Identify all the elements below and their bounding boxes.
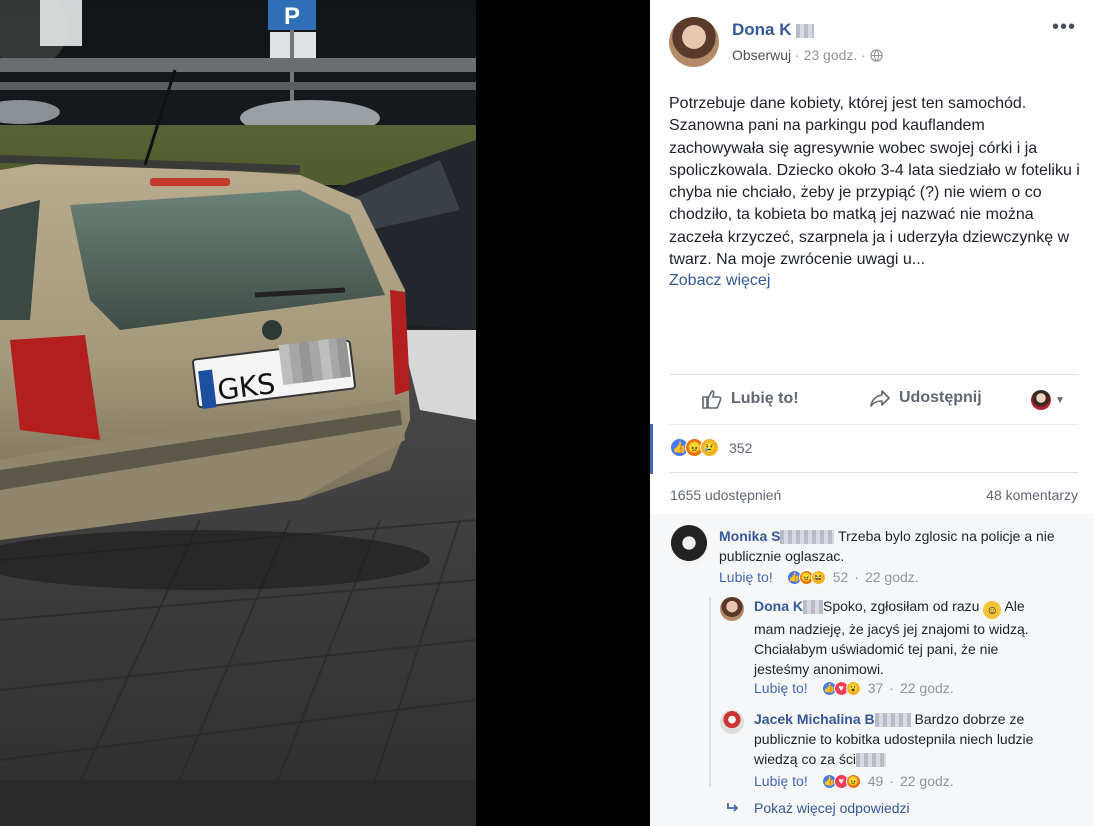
share-label: Udostępnij bbox=[899, 389, 982, 406]
blurred-surname bbox=[874, 713, 911, 728]
meta-dot: · bbox=[889, 680, 894, 696]
reply-reaction-icons[interactable]: 👍 ♥ 😮 bbox=[821, 680, 861, 696]
meta-dot: · bbox=[795, 47, 804, 63]
reply-like-link[interactable]: Lubię to! bbox=[754, 680, 808, 696]
more-dots-icon[interactable]: ••• bbox=[1052, 16, 1076, 39]
divider bbox=[669, 374, 1078, 375]
chevron-down-icon: ▼ bbox=[1055, 394, 1065, 406]
divider-3 bbox=[669, 472, 1078, 473]
reply-like-link[interactable]: Lubię to! bbox=[754, 773, 808, 789]
parking-sign-letter: P bbox=[284, 3, 300, 30]
like-label: Lubię to! bbox=[731, 390, 799, 407]
share-arrow-icon bbox=[870, 390, 890, 407]
reply-meta: Lubię to! 👍 ♥ 😮 37 · 22 godz. bbox=[754, 680, 954, 696]
reaction-identity-selector[interactable]: ▼ bbox=[1031, 390, 1065, 410]
reply: Jacek Michalina B Bardzo dobrze ze publi… bbox=[754, 709, 1054, 769]
reply-time[interactable]: 22 godz. bbox=[900, 773, 954, 789]
comment: Monika S Trzeba bylo zglosic na policje … bbox=[719, 526, 1071, 566]
reply-reaction-icons[interactable]: 👍 ♥ 😠 bbox=[821, 773, 861, 789]
reply-arrow-icon bbox=[727, 803, 739, 812]
divider-2 bbox=[669, 424, 1078, 425]
globe-icon bbox=[870, 49, 883, 62]
author-avatar[interactable] bbox=[669, 17, 719, 67]
blurred-word bbox=[855, 753, 886, 768]
focus-indicator bbox=[650, 424, 653, 474]
thumbs-up-icon bbox=[702, 390, 722, 409]
comment-like-link[interactable]: Lubię to! bbox=[719, 569, 773, 585]
author-name[interactable]: Dona K bbox=[732, 20, 815, 40]
blurred-surname bbox=[803, 600, 823, 615]
reaction-count[interactable]: 352 bbox=[729, 440, 752, 456]
follow-link[interactable]: Obserwuj bbox=[732, 47, 791, 63]
haha-reaction-icon: 😆 bbox=[810, 569, 826, 585]
comment-author[interactable]: Monika S bbox=[719, 528, 780, 544]
post-photo[interactable]: P GKS bbox=[0, 0, 476, 826]
commenter-avatar[interactable] bbox=[669, 525, 709, 565]
reply-reaction-count[interactable]: 49 bbox=[868, 773, 884, 789]
comment-time[interactable]: 22 godz. bbox=[865, 569, 919, 585]
reply-reaction-count[interactable]: 37 bbox=[868, 680, 884, 696]
post-time[interactable]: 23 godz. bbox=[804, 47, 858, 63]
post-text: Potrzebuje dane kobiety, której jest ten… bbox=[669, 95, 1080, 269]
author-name-text[interactable]: Dona K bbox=[732, 20, 792, 39]
small-avatar bbox=[1031, 390, 1051, 410]
shares-count[interactable]: 1655 udostępnień bbox=[670, 487, 781, 503]
post-actions: Lubię to! Udostępnij ▼ bbox=[669, 380, 1078, 420]
share-button[interactable]: Udostępnij bbox=[869, 388, 982, 408]
reply-thread-line bbox=[709, 597, 711, 787]
more-replies-link[interactable]: Pokaż więcej odpowiedzi bbox=[726, 800, 910, 816]
reply-text-line1: Spoko, zgłosiłam od razu bbox=[823, 598, 980, 614]
meta-dot-2: · bbox=[861, 47, 870, 63]
blurred-surname bbox=[780, 530, 835, 545]
reply-author[interactable]: Dona K bbox=[754, 598, 803, 614]
parked-car-photo: P GKS bbox=[0, 0, 476, 826]
sad-reaction-icon: 😢 bbox=[700, 438, 719, 457]
meta-dot: · bbox=[889, 773, 894, 789]
comment-reaction-icons[interactable]: 👍 😠 😆 bbox=[786, 569, 826, 585]
more-replies-label: Pokaż więcej odpowiedzi bbox=[754, 800, 910, 816]
see-more-link[interactable]: Zobacz więcej bbox=[669, 272, 770, 290]
reply-avatar[interactable] bbox=[720, 597, 744, 621]
reply-author[interactable]: Jacek Michalina B bbox=[754, 711, 875, 727]
wow-reaction-icon: 😮 bbox=[845, 680, 861, 696]
post-side-panel: Dona K Obserwuj · 23 godz. · ••• Potrzeb… bbox=[650, 0, 1094, 826]
smile-emoji-icon: ☺ bbox=[983, 601, 1002, 619]
like-button[interactable]: Lubię to! bbox=[701, 388, 799, 410]
photo-letterbox bbox=[476, 0, 650, 826]
meta-dot: · bbox=[854, 569, 859, 585]
comment-reaction-count[interactable]: 52 bbox=[833, 569, 849, 585]
comments-count[interactable]: 48 komentarzy bbox=[986, 487, 1078, 503]
reply-text-line1: Bardzo dobrze bbox=[914, 711, 1006, 727]
comment-meta: Lubię to! 👍 😠 😆 52 · 22 godz. bbox=[719, 569, 919, 585]
reply-avatar[interactable] bbox=[720, 710, 744, 734]
reactions-summary[interactable]: 👍 😠 😢 352 bbox=[670, 438, 752, 457]
angry-reaction-icon: 😠 bbox=[845, 773, 861, 789]
blurred-surname bbox=[796, 23, 815, 38]
reply-time[interactable]: 22 godz. bbox=[900, 680, 954, 696]
reply: Dona K Spoko, zgłosiłam od razu ☺ Ale mam… bbox=[754, 596, 1054, 679]
post-meta: Obserwuj · 23 godz. · bbox=[732, 47, 883, 63]
reply-meta: Lubię to! 👍 ♥ 😠 49 · 22 godz. bbox=[754, 773, 954, 789]
license-plate-text: GKS bbox=[216, 367, 277, 407]
